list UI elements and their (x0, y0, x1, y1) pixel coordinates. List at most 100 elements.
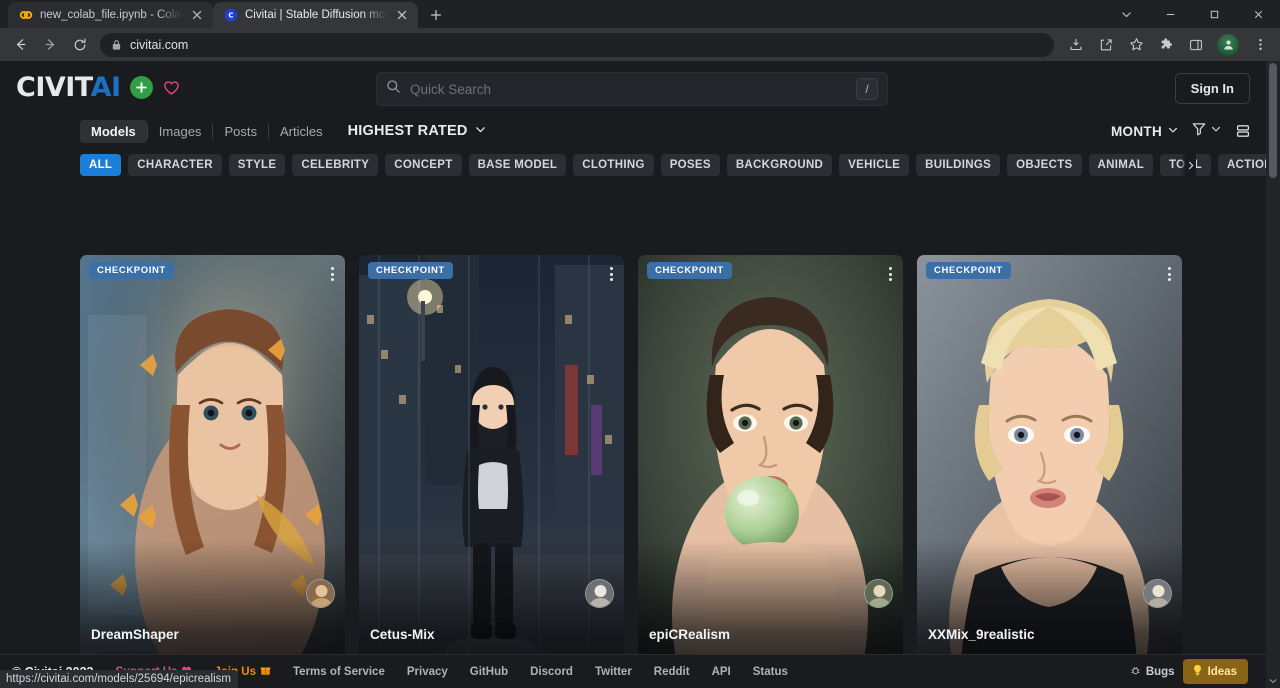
model-card[interactable]: CHECKPOINT XXMix_9realistic (917, 255, 1182, 688)
model-grid: CHECKPOINT DreamShaper (80, 255, 1187, 688)
footer-link-privacy[interactable]: Privacy (407, 666, 448, 678)
layout-rows-icon[interactable] (1234, 122, 1252, 140)
new-tab-button[interactable] (422, 2, 450, 28)
chip-objects[interactable]: OBJECTS (1007, 154, 1081, 176)
period-dropdown[interactable]: MONTH (1111, 124, 1179, 139)
minimize-icon[interactable] (1148, 0, 1192, 28)
bugs-button[interactable]: Bugs (1130, 665, 1175, 679)
footer-right-actions: Bugs Ideas (1130, 659, 1268, 684)
footer-link-discord[interactable]: Discord (530, 666, 573, 678)
avatar[interactable] (1143, 579, 1172, 608)
model-title: Cetus-Mix (370, 627, 613, 642)
install-app-icon[interactable] (1062, 31, 1090, 59)
footer-link-github[interactable]: GitHub (470, 666, 508, 678)
create-plus-button[interactable] (130, 76, 153, 99)
extensions-icon[interactable] (1152, 31, 1180, 59)
close-window-icon[interactable] (1236, 0, 1280, 28)
model-card[interactable]: CHECKPOINT DreamShaper (80, 255, 345, 688)
window-controls (1104, 0, 1280, 28)
nav-right-controls: MONTH (1111, 113, 1252, 149)
scrollbar-thumb[interactable] (1269, 63, 1277, 178)
chip-style[interactable]: STYLE (229, 154, 286, 176)
model-title: XXMix_9realistic (928, 627, 1171, 642)
browser-tab-colab[interactable]: new_colab_file.ipynb - Colaborator (8, 2, 213, 28)
footer-link-api[interactable]: API (712, 666, 731, 678)
toolbar-actions (1062, 31, 1274, 59)
chevron-right-icon[interactable] (1180, 154, 1196, 176)
ideas-button[interactable]: Ideas (1183, 659, 1248, 684)
chip-animal[interactable]: ANIMAL (1089, 154, 1154, 176)
close-icon[interactable] (189, 7, 205, 23)
sort-dropdown[interactable]: HIGHEST RATED (348, 123, 487, 140)
footer-link-terms[interactable]: Terms of Service (293, 666, 385, 678)
avatar[interactable] (585, 579, 614, 608)
avatar[interactable] (306, 579, 335, 608)
svg-text:C: C (228, 12, 233, 20)
forward-arrow-icon[interactable] (36, 31, 64, 59)
scroll-down-arrow-icon[interactable] (1266, 674, 1280, 688)
civitai-logo[interactable]: CIVITAI (16, 72, 181, 103)
card-menu-icon[interactable] (328, 264, 337, 284)
chip-buildings[interactable]: BUILDINGS (916, 154, 1000, 176)
chip-poses[interactable]: POSES (661, 154, 720, 176)
bugs-label: Bugs (1146, 666, 1175, 678)
back-arrow-icon[interactable] (6, 31, 34, 59)
chevron-down-icon (1167, 124, 1179, 139)
search-icon (386, 79, 401, 99)
reload-icon[interactable] (66, 31, 94, 59)
model-title: epiCRealism (649, 627, 892, 642)
chevron-down-icon[interactable] (1104, 0, 1148, 28)
period-label: MONTH (1111, 124, 1162, 139)
model-card[interactable]: CHECKPOINT Cetus-Mix (359, 255, 624, 688)
chrome-menu-icon[interactable] (1246, 31, 1274, 59)
browser-tab-civitai[interactable]: C Civitai | Stable Diffusion models, (213, 2, 418, 28)
heart-icon[interactable] (162, 78, 181, 97)
logo-text-accent: AI (91, 72, 121, 103)
maximize-icon[interactable] (1192, 0, 1236, 28)
model-type-badge: CHECKPOINT (89, 262, 174, 279)
chip-clothing[interactable]: CLOTHING (573, 154, 653, 176)
category-filter-row: ALL CHARACTER STYLE CELEBRITY CONCEPT BA… (0, 151, 1280, 179)
close-icon[interactable] (394, 7, 410, 23)
lightbulb-icon (1192, 664, 1203, 679)
tab-title: new_colab_file.ipynb - Colaborator (40, 9, 182, 21)
address-bar[interactable]: civitai.com (100, 33, 1054, 57)
chip-concept[interactable]: CONCEPT (385, 154, 461, 176)
footer-link-status[interactable]: Status (753, 666, 788, 678)
page-scrollbar[interactable] (1266, 61, 1280, 688)
chip-all[interactable]: ALL (80, 154, 121, 176)
chip-celebrity[interactable]: CELEBRITY (292, 154, 378, 176)
card-menu-icon[interactable] (607, 264, 616, 284)
card-menu-icon[interactable] (886, 264, 895, 284)
chevron-down-icon (1210, 122, 1222, 140)
bookmark-star-icon[interactable] (1122, 31, 1150, 59)
funnel-icon (1191, 121, 1207, 142)
chip-vehicle[interactable]: VEHICLE (839, 154, 909, 176)
search-bar[interactable]: Quick Search / (376, 72, 888, 106)
filter-button[interactable] (1191, 121, 1222, 142)
chip-background[interactable]: BACKGROUND (727, 154, 832, 176)
footer-link-reddit[interactable]: Reddit (654, 666, 690, 678)
side-panel-icon[interactable] (1182, 31, 1210, 59)
footer-link-twitter[interactable]: Twitter (595, 666, 632, 678)
tab-models[interactable]: Models (80, 120, 147, 143)
browser-window: new_colab_file.ipynb - Colaborator C Civ… (0, 0, 1280, 688)
sign-in-button[interactable]: Sign In (1175, 73, 1250, 104)
chip-base-model[interactable]: BASE MODEL (469, 154, 567, 176)
profile-avatar[interactable] (1217, 34, 1239, 56)
share-icon[interactable] (1092, 31, 1120, 59)
tab-posts[interactable]: Posts (213, 120, 268, 143)
tab-articles[interactable]: Articles (269, 120, 334, 143)
chip-character[interactable]: CHARACTER (128, 154, 222, 176)
avatar[interactable] (864, 579, 893, 608)
model-card[interactable]: CHECKPOINT epiCRealism (638, 255, 903, 688)
search-shortcut-key: / (856, 78, 878, 100)
search-input[interactable]: Quick Search (410, 82, 847, 97)
civitai-icon: C (223, 8, 238, 23)
ideas-label: Ideas (1208, 666, 1237, 678)
tab-images[interactable]: Images (148, 120, 213, 143)
card-menu-icon[interactable] (1165, 264, 1174, 284)
content-nav: Models Images Posts Articles HIGHEST RAT… (0, 113, 1280, 149)
model-type-badge: CHECKPOINT (368, 262, 453, 279)
content-type-tabs: Models Images Posts Articles (80, 120, 334, 143)
